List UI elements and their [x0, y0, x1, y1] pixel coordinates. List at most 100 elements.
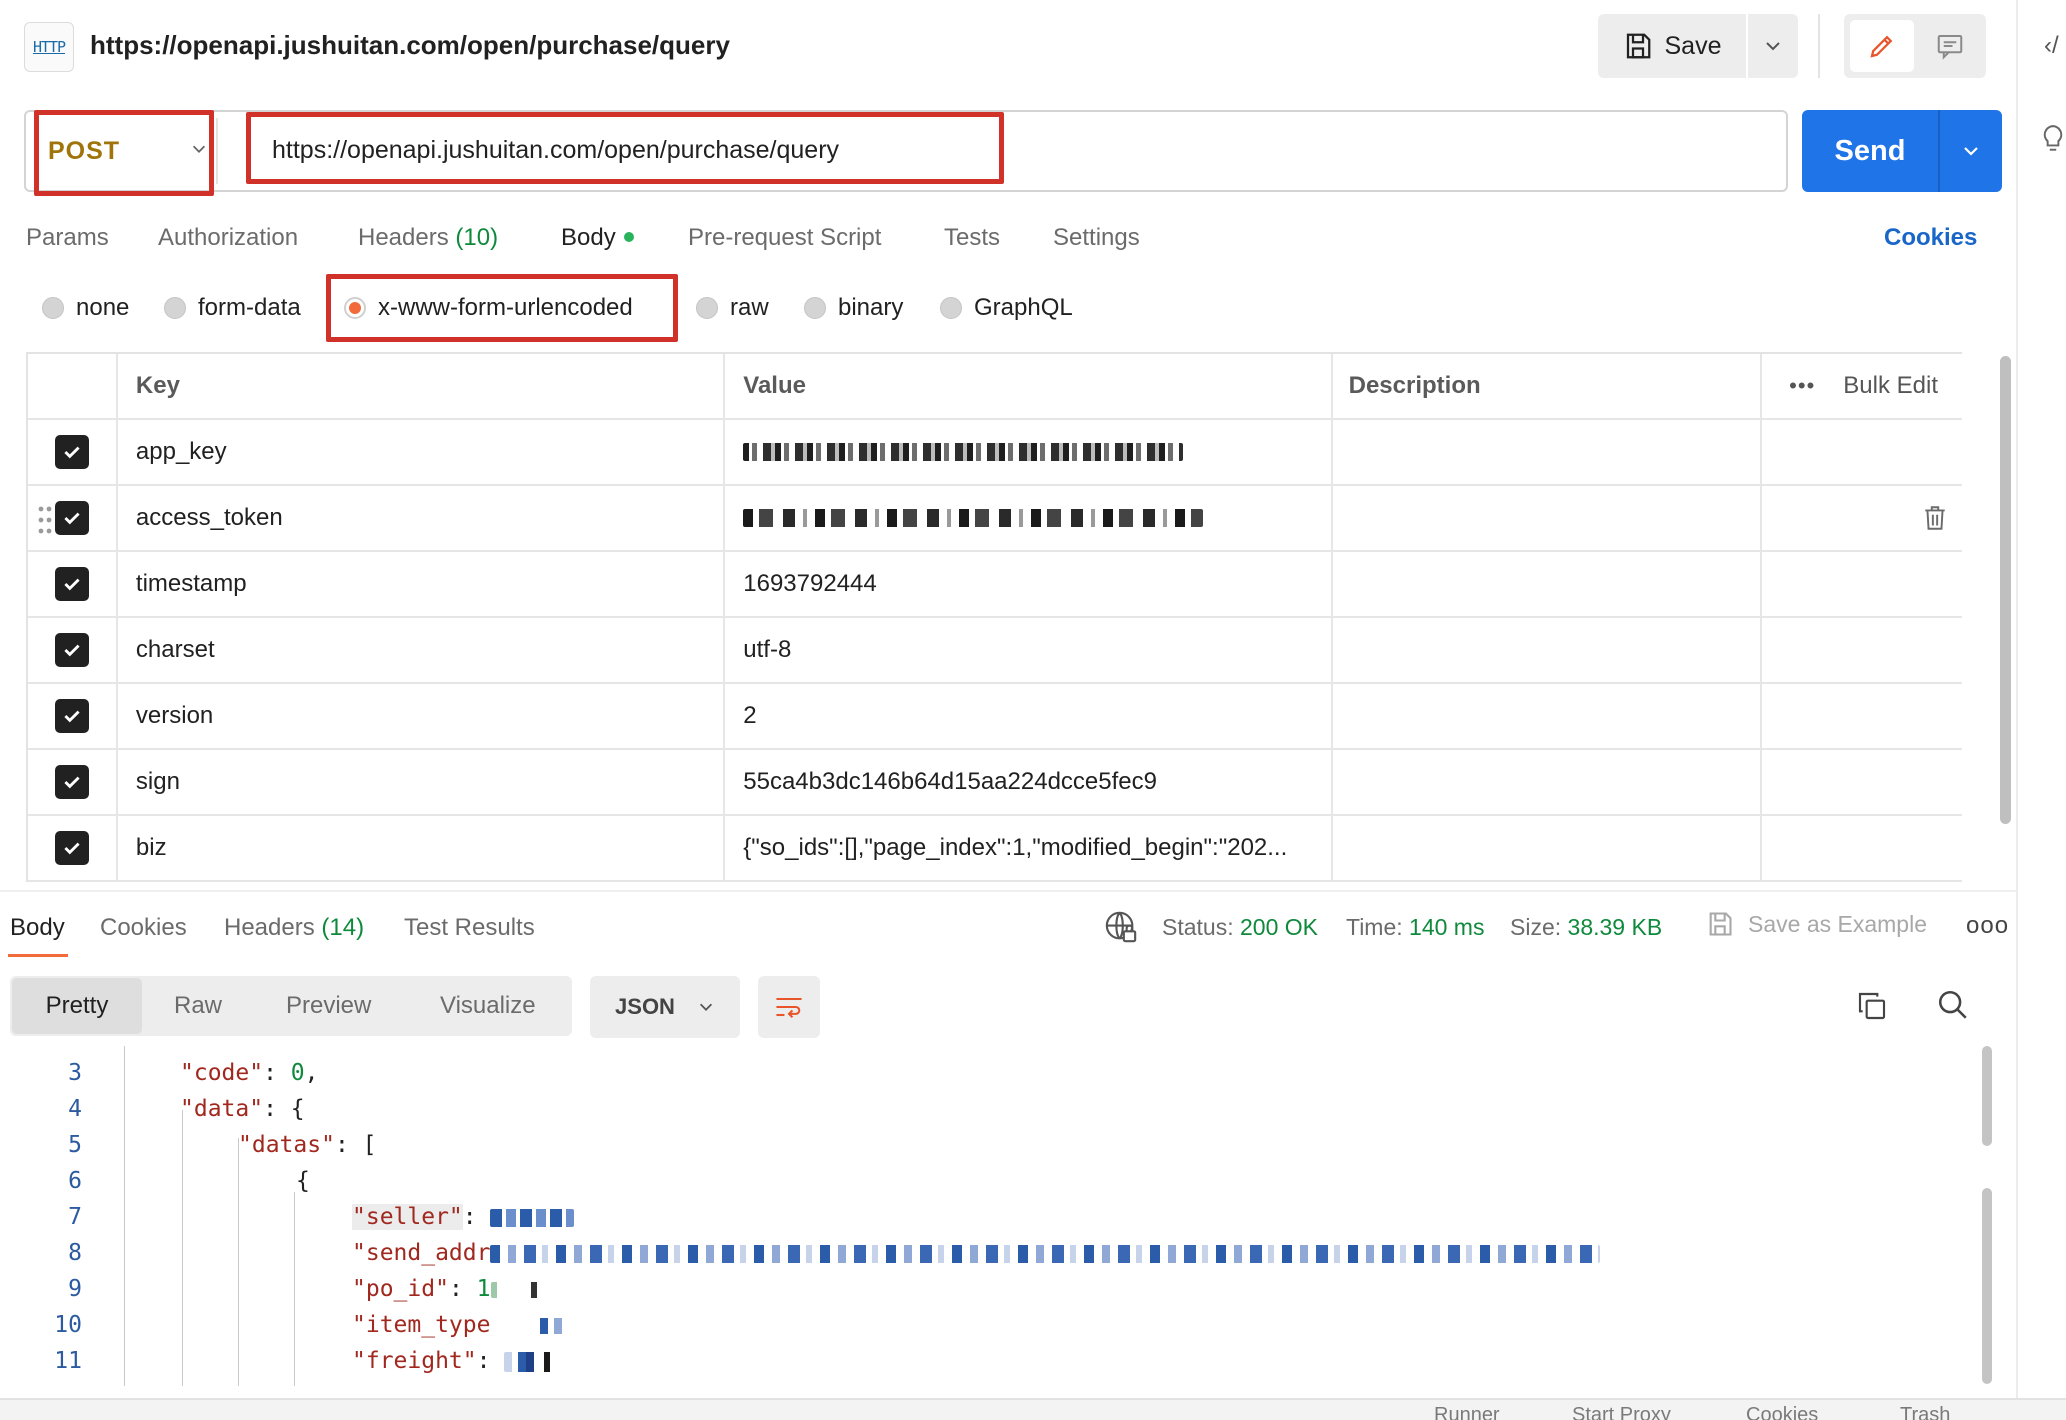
line-number: 7 — [68, 1204, 82, 1230]
tab-tests[interactable]: Tests — [944, 224, 1000, 252]
footer-start-proxy[interactable]: Start Proxy — [1572, 1404, 1671, 1420]
code-snippet-icon[interactable]: ‹/ — [2044, 32, 2059, 60]
code-scrollbar-secondary[interactable] — [1982, 1188, 1992, 1384]
body-type-binary[interactable]: binary — [804, 294, 903, 322]
row-check-cell — [28, 552, 118, 616]
key-cell[interactable]: sign — [118, 750, 726, 814]
key-cell[interactable]: timestamp — [118, 552, 726, 616]
response-more-icon[interactable]: ooo — [1966, 912, 2009, 940]
tab-authorization[interactable]: Authorization — [158, 224, 298, 252]
value-cell[interactable]: 1693792444 — [725, 552, 1333, 616]
format-select[interactable]: JSON — [590, 976, 740, 1038]
key-cell[interactable]: charset — [118, 618, 726, 682]
key-cell[interactable]: app_key — [118, 420, 726, 484]
bulk-edit-button[interactable]: Bulk Edit — [1843, 372, 1938, 400]
response-code-view[interactable]: " " 3 "code": 0, 4 "data": { 5 "datas": … — [0, 1046, 1990, 1386]
network-globe-icon[interactable] — [1104, 910, 1138, 949]
description-cell[interactable] — [1333, 486, 1763, 550]
drag-handle-icon[interactable] — [38, 506, 52, 534]
row-checkbox[interactable] — [54, 567, 89, 601]
cookies-link[interactable]: Cookies — [1884, 224, 1977, 252]
value-cell[interactable]: 55ca4b3dc146b64d15aa224dcce5fec9 — [725, 750, 1333, 814]
key-cell[interactable]: version — [118, 684, 726, 748]
view-pretty[interactable]: Pretty — [12, 978, 142, 1034]
body-type-urlencoded[interactable]: x-www-form-urlencoded — [344, 294, 633, 322]
row-actions-cell — [1762, 552, 1962, 616]
comment-icon — [1937, 35, 1963, 60]
comments-mode-button[interactable] — [1918, 20, 1982, 72]
row-check-cell — [28, 750, 118, 814]
radio-binary[interactable] — [804, 297, 826, 319]
url-input[interactable]: https://openapi.jushuitan.com/open/purch… — [272, 136, 839, 165]
row-actions-cell — [1762, 816, 1962, 880]
radio-none[interactable] — [42, 297, 64, 319]
tab-pre-request-script[interactable]: Pre-request Script — [688, 224, 881, 252]
view-raw[interactable]: Raw — [174, 992, 222, 1020]
body-type-none[interactable]: none — [42, 294, 129, 322]
code-scrollbar[interactable] — [1982, 1046, 1992, 1146]
response-divider[interactable] — [0, 890, 2016, 892]
row-checkbox[interactable] — [54, 435, 89, 469]
view-visualize[interactable]: Visualize — [440, 992, 536, 1020]
description-cell[interactable] — [1333, 618, 1763, 682]
response-tab-body[interactable]: Body — [10, 914, 65, 942]
save-as-example-button[interactable]: Save as Example — [1706, 910, 1927, 938]
tab-headers[interactable]: Headers (10) — [358, 224, 498, 252]
footer-cookies[interactable]: Cookies — [1746, 1404, 1818, 1420]
key-cell[interactable]: biz — [118, 816, 726, 880]
body-type-graphql[interactable]: GraphQL — [940, 294, 1073, 322]
description-cell[interactable] — [1333, 552, 1763, 616]
indent-guide — [182, 1110, 183, 1386]
row-checkbox[interactable] — [54, 765, 89, 799]
value-cell[interactable]: utf-8 — [725, 618, 1333, 682]
http-method-select[interactable]: POST — [48, 137, 120, 166]
tab-params[interactable]: Params — [26, 224, 109, 252]
status-label: Status: — [1162, 914, 1234, 940]
view-preview[interactable]: Preview — [286, 992, 371, 1020]
radio-raw[interactable] — [696, 297, 718, 319]
wrap-lines-button[interactable] — [758, 976, 820, 1038]
radio-form-data[interactable] — [164, 297, 186, 319]
checkmark-icon — [64, 578, 80, 591]
key-cell[interactable]: access_token — [118, 486, 726, 550]
search-icon[interactable] — [1936, 988, 1970, 1027]
save-button[interactable]: Save — [1598, 14, 1746, 78]
tab-body[interactable]: Body — [561, 224, 634, 252]
value-cell-redacted[interactable] — [725, 486, 1333, 550]
value-cell-redacted[interactable] — [725, 420, 1333, 484]
chevron-down-icon — [1766, 42, 1780, 51]
response-tab-headers[interactable]: Headers (14) — [224, 914, 364, 942]
send-dropdown-button[interactable] — [1938, 110, 2002, 192]
tab-settings[interactable]: Settings — [1053, 224, 1140, 252]
more-options-icon[interactable]: ••• — [1789, 373, 1815, 399]
table-scrollbar[interactable] — [2000, 356, 2011, 824]
description-cell[interactable] — [1333, 816, 1763, 880]
body-type-raw[interactable]: raw — [696, 294, 769, 322]
row-checkbox[interactable] — [54, 501, 89, 535]
response-tab-test-results[interactable]: Test Results — [404, 914, 535, 942]
code-line: "item_type — [352, 1312, 581, 1338]
description-cell[interactable] — [1333, 684, 1763, 748]
description-cell[interactable] — [1333, 420, 1763, 484]
body-type-form-data[interactable]: form-data — [164, 294, 301, 322]
copy-icon[interactable] — [1856, 990, 1888, 1027]
row-checkbox[interactable] — [54, 633, 89, 667]
lightbulb-icon[interactable] — [2040, 124, 2066, 159]
footer-trash[interactable]: Trash — [1900, 1404, 1950, 1420]
response-tab-cookies[interactable]: Cookies — [100, 914, 187, 942]
description-cell[interactable] — [1333, 750, 1763, 814]
request-title[interactable]: https://openapi.jushuitan.com/open/purch… — [90, 30, 730, 61]
trash-icon[interactable] — [1922, 504, 1948, 532]
row-checkbox[interactable] — [54, 831, 89, 865]
radio-urlencoded[interactable] — [344, 297, 366, 319]
value-cell[interactable]: {"so_ids":[],"page_index":1,"modified_be… — [725, 816, 1333, 880]
row-checkbox[interactable] — [54, 699, 89, 733]
save-dropdown-button[interactable] — [1748, 14, 1798, 78]
method-chevron-down-icon[interactable] — [190, 140, 208, 163]
table-row: sign 55ca4b3dc146b64d15aa224dcce5fec9 — [28, 750, 1962, 816]
footer-runner[interactable]: Runner — [1434, 1404, 1500, 1420]
edit-mode-button[interactable] — [1850, 20, 1914, 72]
send-button[interactable]: Send — [1802, 110, 1938, 192]
radio-graphql[interactable] — [940, 297, 962, 319]
value-cell[interactable]: 2 — [725, 684, 1333, 748]
